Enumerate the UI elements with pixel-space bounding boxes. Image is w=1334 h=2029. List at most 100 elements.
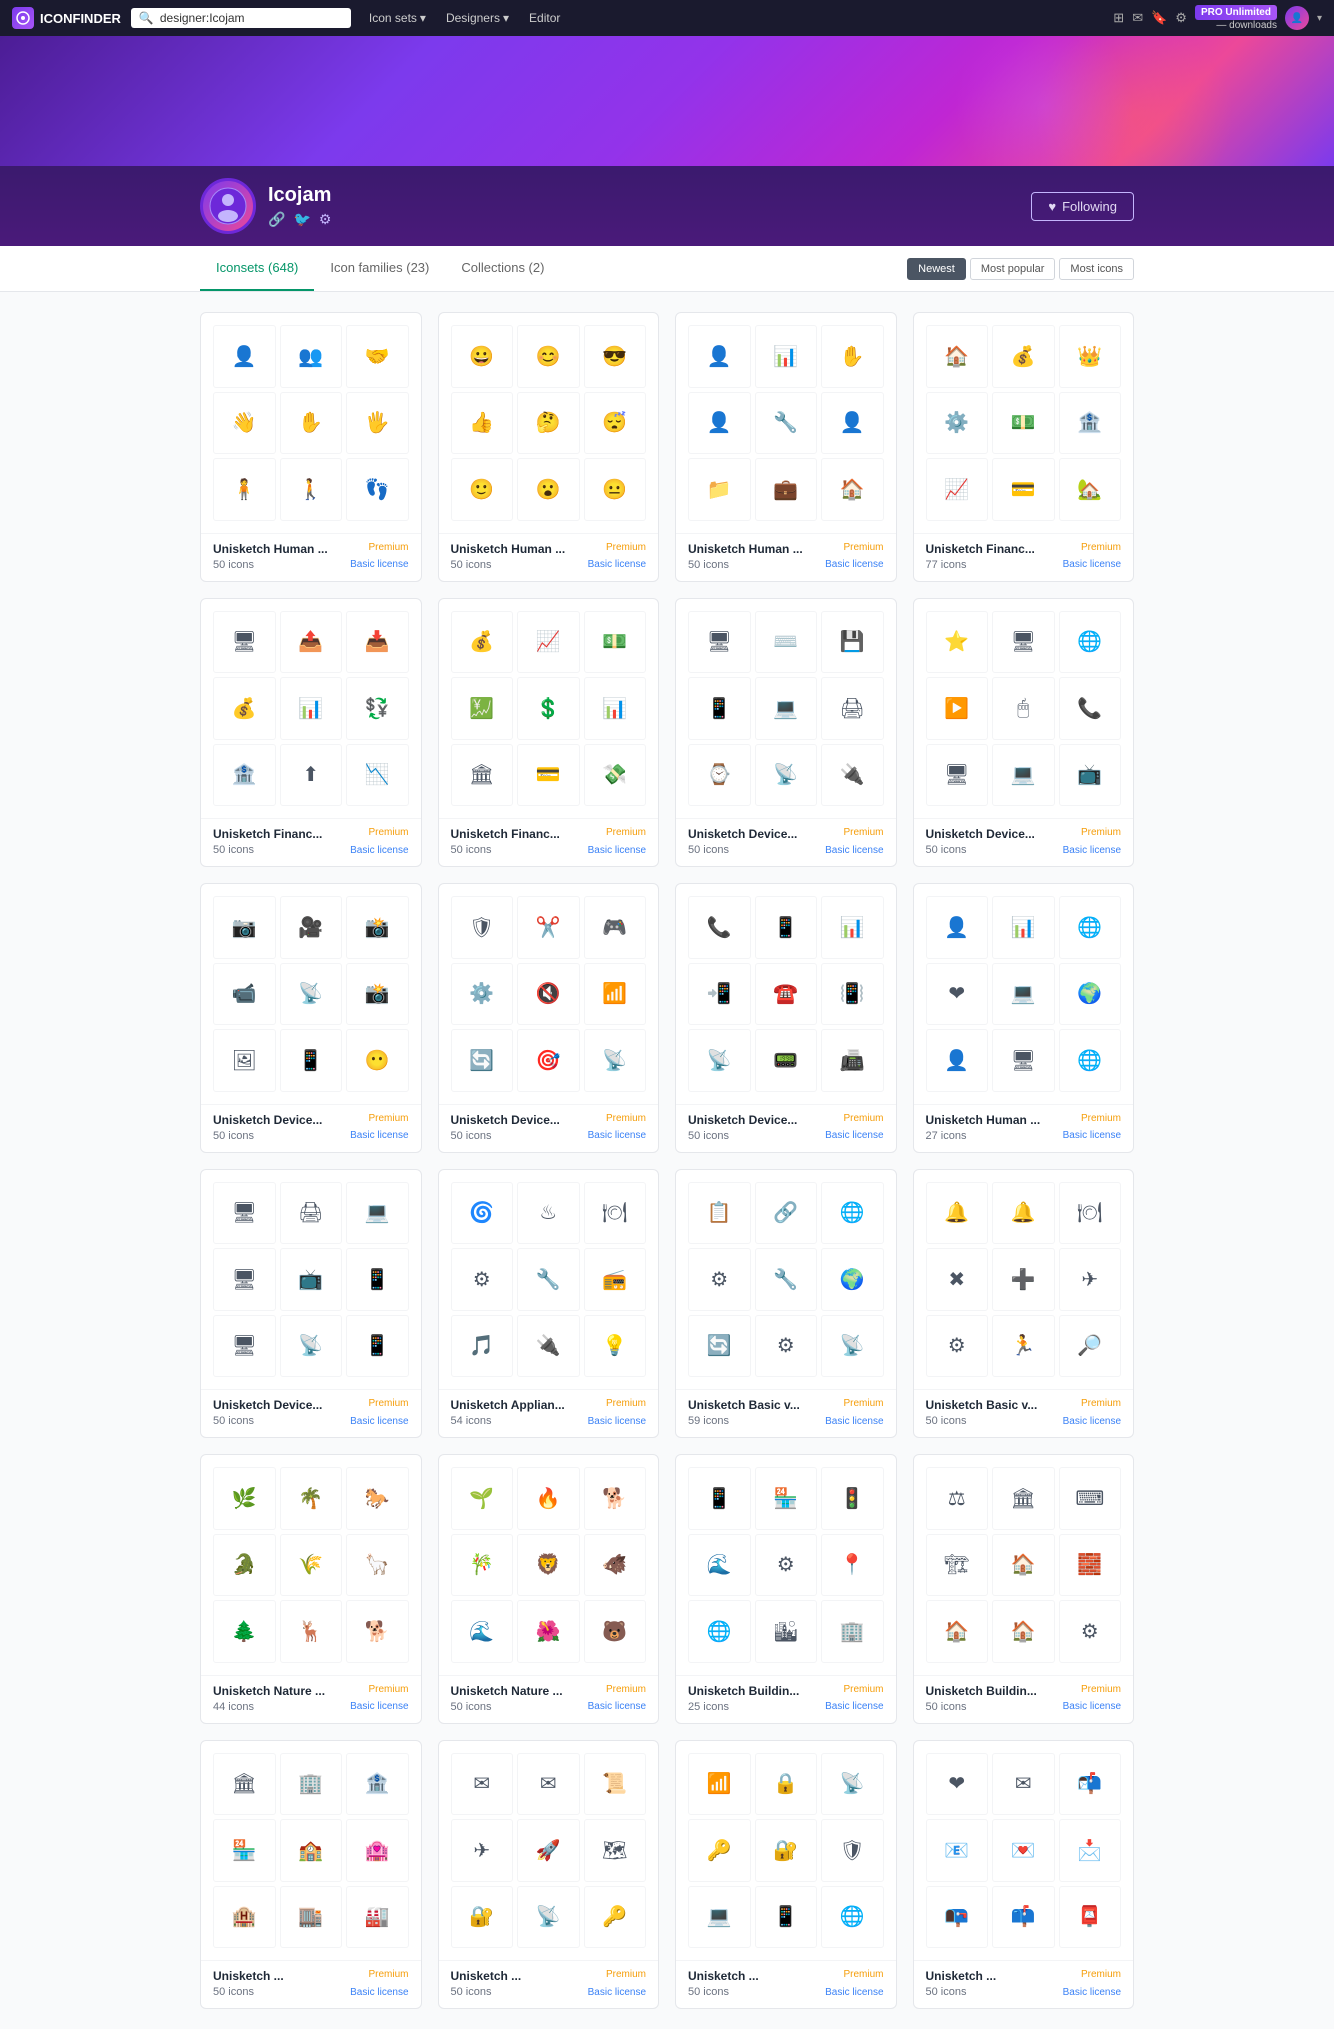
card-title: Unisketch Human ... (213, 542, 328, 556)
icon-thumb: 😀 (451, 325, 514, 388)
icon-thumb: 🌀 (451, 1182, 514, 1245)
icon-thumb: ✉ (451, 1753, 514, 1816)
icon-thumb: 🐕 (584, 1467, 647, 1530)
icon-set-card[interactable]: ✉✉📜✈🚀🗺🔐📡🔑 Unisketch ... Premium 50 icons… (438, 1740, 660, 2010)
icon-set-card[interactable]: 🌀♨🍽⚙🔧📻🎵🔌💡 Unisketch Applian... Premium 5… (438, 1169, 660, 1439)
icon-thumb: ⚙ (926, 1315, 989, 1378)
card-title-row: Unisketch ... Premium (926, 1969, 1122, 1983)
grid-icon[interactable]: ⊞ (1113, 10, 1124, 26)
icon-count: 77 icons (926, 559, 967, 571)
icon-set-card[interactable]: 📷🎥📸📹📡📸🖼📱😶 Unisketch Device... Premium 50… (200, 883, 422, 1153)
icon-count: 50 icons (213, 1415, 254, 1427)
chevron-down-icon: ▾ (503, 11, 509, 25)
card-footer: Unisketch Buildin... Premium 25 icons Ba… (676, 1675, 896, 1723)
icon-thumb: 🚀 (517, 1819, 580, 1882)
card-title-row: Unisketch Buildin... Premium (688, 1684, 884, 1698)
premium-badge: Premium (1081, 542, 1121, 553)
card-meta: 50 icons Basic license (926, 1415, 1122, 1427)
card-footer: Unisketch ... Premium 50 icons Basic lic… (201, 1960, 421, 2008)
icon-thumb: 🧱 (1059, 1534, 1122, 1597)
icon-set-card[interactable]: 📶🔒📡🔑🔐🛡💻📱🌐 Unisketch ... Premium 50 icons… (675, 1740, 897, 2010)
icon-set-card[interactable]: 🔔🔔🍽✖➕✈⚙🏃🔎 Unisketch Basic v... Premium 5… (913, 1169, 1135, 1439)
icon-set-card[interactable]: 💰📈💵💹💲📊🏛💳💸 Unisketch Financ... Premium 50… (438, 598, 660, 868)
icon-set-card[interactable]: ⭐🖥🌐▶️🖱📞🖥💻📺 Unisketch Device... Premium 5… (913, 598, 1135, 868)
logo-icon (12, 7, 34, 29)
icon-thumb: ✉ (517, 1753, 580, 1816)
license-badge: Basic license (588, 1987, 646, 1998)
icon-set-card[interactable]: 🖥🖨💻🖥📺📱🖥📡📱 Unisketch Device... Premium 50… (200, 1169, 422, 1439)
icon-thumb: 🖥 (213, 1248, 276, 1311)
icon-thumb: 💸 (584, 744, 647, 807)
icon-set-card[interactable]: 😀😊😎👍🤔😴🙂😮😐 Unisketch Human ... Premium 50… (438, 312, 660, 582)
search-bar[interactable]: 🔍 (131, 8, 351, 28)
icon-set-card[interactable]: 🌱🔥🐕🎋🦁🐗🌊🌺🐻 Unisketch Nature ... Premium 5… (438, 1454, 660, 1724)
license-badge: Basic license (825, 1130, 883, 1141)
following-button[interactable]: ♥ Following (1031, 192, 1134, 221)
license-badge: Basic license (350, 845, 408, 856)
icon-set-card[interactable]: 🛡✂️🎮⚙️🔇📶🔄🎯📡 Unisketch Device... Premium … (438, 883, 660, 1153)
icon-thumb: 📟 (755, 1029, 818, 1092)
icon-thumb: 🖥 (992, 611, 1055, 674)
icon-set-card[interactable]: 📋🔗🌐⚙🔧🌍🔄⚙📡 Unisketch Basic v... Premium 5… (675, 1169, 897, 1439)
icon-set-card[interactable]: 👤📊🌐❤💻🌍👤🖥🌐 Unisketch Human ... Premium 27… (913, 883, 1135, 1153)
card-title-row: Unisketch Financ... Premium (451, 827, 647, 841)
card-title: Unisketch Financ... (213, 827, 322, 841)
bookmark-icon[interactable]: 🔖 (1151, 10, 1167, 26)
nav-editor[interactable]: Editor (521, 7, 568, 29)
icon-set-card[interactable]: 🖥📤📥💰📊💱🏦⬆📉 Unisketch Financ... Premium 50… (200, 598, 422, 868)
icon-set-card[interactable]: 🏛🏢🏦🏪🏫🏩🏨🏬🏭 Unisketch ... Premium 50 icons… (200, 1740, 422, 2010)
sort-newest[interactable]: Newest (907, 258, 966, 280)
website-link-icon[interactable]: 🔗 (268, 211, 285, 228)
search-input[interactable] (160, 11, 340, 25)
sort-popular[interactable]: Most popular (970, 258, 1056, 280)
icon-thumb: 🔇 (517, 963, 580, 1026)
icon-set-card[interactable]: ❤✉📬📧💌📩📭📫📮 Unisketch ... Premium 50 icons… (913, 1740, 1135, 2010)
icon-thumb: 👍 (451, 392, 514, 455)
mail-icon[interactable]: ✉ (1132, 10, 1143, 26)
icon-set-card[interactable]: 👤📊✋👤🔧👤📁💼🏠 Unisketch Human ... Premium 50… (675, 312, 897, 582)
card-title: Unisketch ... (451, 1969, 522, 1983)
icon-set-card[interactable]: 📞📱📊📲☎️📳📡📟📠 Unisketch Device... Premium 5… (675, 883, 897, 1153)
icon-set-card[interactable]: 🏠💰👑⚙️💵🏦📈💳🏡 Unisketch Financ... Premium 7… (913, 312, 1135, 582)
icon-thumb: 💰 (992, 325, 1055, 388)
icon-thumb: 📡 (517, 1886, 580, 1949)
nav-icon-sets[interactable]: Icon sets ▾ (361, 7, 434, 29)
icon-thumb: 🖥 (213, 1315, 276, 1378)
icon-thumb: 🌐 (1059, 1029, 1122, 1092)
icon-thumb: ✈ (451, 1819, 514, 1882)
icon-thumb: ▶️ (926, 677, 989, 740)
icon-thumb: 😴 (584, 392, 647, 455)
card-title-row: Unisketch ... Premium (688, 1969, 884, 1983)
tab-icon-families[interactable]: Icon families (23) (314, 246, 445, 291)
settings-icon[interactable]: ⚙ (319, 211, 332, 228)
chevron-down-icon[interactable]: ▾ (1317, 13, 1322, 24)
premium-badge: Premium (843, 542, 883, 553)
settings-icon[interactable]: ⚙ (1175, 10, 1187, 26)
icon-set-card[interactable]: ⚖🏛⌨🏗🏠🧱🏠🏠⚙ Unisketch Buildin... Premium 5… (913, 1454, 1135, 1724)
card-title: Unisketch Basic v... (688, 1398, 800, 1412)
card-footer: Unisketch Human ... Premium 27 icons Bas… (914, 1104, 1134, 1152)
icon-set-card[interactable]: 🌿🌴🐎🐊🌾🦙🌲🦌🐕 Unisketch Nature ... Premium 4… (200, 1454, 422, 1724)
icon-set-card[interactable]: 👤👥🤝👋✋🖐🧍🚶👣 Unisketch Human ... Premium 50… (200, 312, 422, 582)
card-meta: 50 icons Basic license (213, 1986, 409, 1998)
card-icons-grid: 🖥⌨️💾📱💻🖨⌚📡🔌 (676, 599, 896, 819)
icon-thumb: 🏨 (213, 1886, 276, 1949)
icon-thumb: 🏪 (755, 1467, 818, 1530)
twitter-icon[interactable]: 🐦 (293, 211, 310, 228)
user-avatar[interactable]: 👤 (1285, 6, 1309, 30)
tab-iconsets[interactable]: Iconsets (648) (200, 246, 314, 291)
icon-thumb: ⌨ (1059, 1467, 1122, 1530)
icon-thumb: 📱 (688, 1467, 751, 1530)
icon-thumb: 🌴 (280, 1467, 343, 1530)
tab-collections[interactable]: Collections (2) (445, 246, 560, 291)
nav-designers[interactable]: Designers ▾ (438, 7, 517, 29)
icon-thumb: 🔧 (517, 1248, 580, 1311)
icon-thumb: 🏠 (821, 458, 884, 521)
logo[interactable]: ICONFINDER (12, 7, 121, 29)
icon-set-card[interactable]: 📱🏪🚦🌊⚙📍🌐🏙🏢 Unisketch Buildin... Premium 2… (675, 1454, 897, 1724)
icon-count: 50 icons (451, 1986, 492, 1998)
icon-thumb: ⚙ (1059, 1600, 1122, 1663)
sort-most-icons[interactable]: Most icons (1059, 258, 1134, 280)
premium-badge: Premium (843, 827, 883, 838)
icon-set-card[interactable]: 🖥⌨️💾📱💻🖨⌚📡🔌 Unisketch Device... Premium 5… (675, 598, 897, 868)
